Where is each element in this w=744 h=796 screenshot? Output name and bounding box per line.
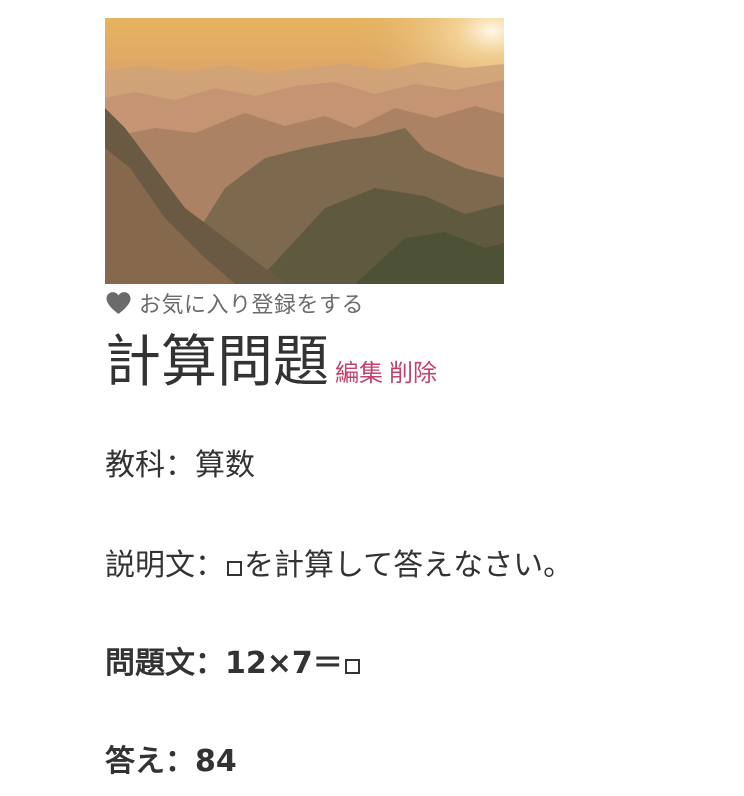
description-field: 説明文： を計算して答えなさい。 (105, 546, 573, 586)
subject-field: 教科：算数 (105, 446, 255, 486)
favorite-label: お気に入り登録をする (139, 293, 365, 318)
question-text-before: 12×7＝ (225, 646, 343, 681)
question-field: 問題文：12×7＝ (105, 644, 362, 684)
separator: ： (195, 646, 225, 681)
heart-icon (105, 291, 132, 315)
edit-link[interactable]: 編集 (335, 353, 383, 388)
quiz-detail: お気に入り登録をする 計算問題 編集 削除 教科：算数 説明文： を計算して答えな… (105, 18, 725, 779)
hero-image (105, 18, 504, 284)
description-text-after: を計算して答えなさい。 (244, 548, 574, 583)
answer-label: 答え (105, 744, 165, 779)
blank-box-icon (344, 659, 360, 674)
answer-value: 84 (195, 744, 237, 779)
delete-link[interactable]: 削除 (389, 353, 437, 388)
question-label: 問題文 (105, 646, 195, 681)
page-title: 計算問題 (105, 330, 329, 395)
subject-value: 算数 (195, 448, 255, 483)
title-row: 計算問題 編集 削除 (105, 329, 725, 397)
description-label: 説明文 (105, 548, 195, 583)
answer-field: 答え：84 (105, 742, 237, 782)
separator: ： (195, 548, 225, 583)
favorite-button[interactable]: お気に入り登録をする (105, 289, 725, 318)
blank-box-icon (227, 561, 242, 576)
separator: ： (165, 448, 195, 483)
subject-label: 教科 (105, 448, 165, 483)
separator: ： (165, 744, 195, 779)
